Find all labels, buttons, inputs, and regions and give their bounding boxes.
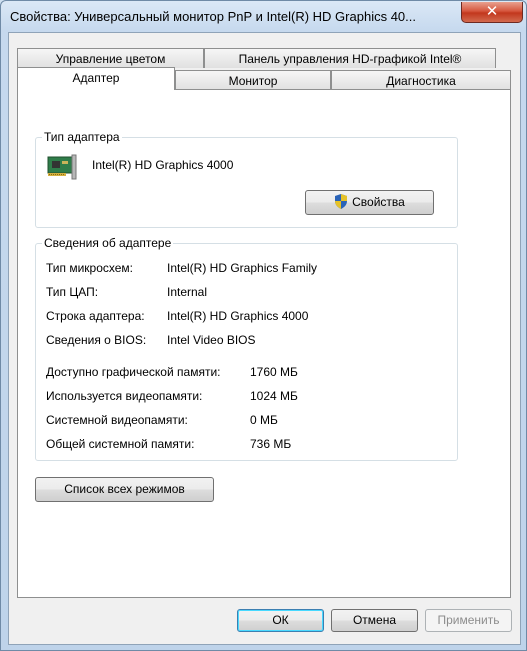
group-title: Тип адаптера [42, 130, 122, 144]
system-video-memory-value: 0 МБ [250, 413, 278, 427]
button-label: ОК [272, 613, 289, 627]
ok-button[interactable]: ОК [237, 609, 324, 632]
bios-info-value: Intel Video BIOS [167, 333, 256, 347]
tab-label: Панель управления HD-графикой Intel® [238, 52, 462, 66]
uac-shield-icon [335, 194, 348, 209]
properties-window: Свойства: Универсальный монитор PnP и In… [0, 0, 527, 651]
adapter-type-group: Тип адаптера Intel(R) HD Graphics 4000 С… [35, 130, 458, 228]
tab-monitor[interactable]: Монитор [175, 70, 331, 90]
adapter-name: Intel(R) HD Graphics 4000 [92, 158, 234, 172]
close-button[interactable]: ✕ [461, 2, 523, 23]
adapter-tab-panel: Тип адаптера Intel(R) HD Graphics 4000 С… [17, 89, 511, 598]
tab-label: Адаптер [72, 71, 120, 85]
shared-memory-label: Общей системной памяти: [46, 437, 195, 451]
apply-button[interactable]: Применить [425, 609, 512, 632]
adapter-properties-button[interactable]: Свойства [305, 190, 434, 215]
tab-adapter[interactable]: Адаптер [17, 67, 175, 90]
adapter-string-value: Intel(R) HD Graphics 4000 [167, 309, 309, 323]
chip-type-value: Intel(R) HD Graphics Family [167, 261, 318, 275]
shared-memory-value: 736 МБ [250, 437, 292, 451]
dedicated-memory-value: 1024 МБ [250, 389, 298, 403]
button-label: Отмена [352, 613, 397, 627]
tab-color-management[interactable]: Управление цветом [17, 48, 204, 68]
adapter-string-label: Строка адаптера: [46, 309, 145, 323]
button-label: Применить [437, 613, 500, 627]
dac-type-label: Тип ЦАП: [46, 285, 99, 299]
system-video-memory-label: Системной видеопамяти: [46, 413, 188, 427]
group-title: Сведения об адаптере [42, 236, 174, 250]
adapter-info-group: Сведения об адаптере Тип микросхем: Inte… [35, 236, 458, 461]
tab-label: Управление цветом [55, 52, 166, 66]
cancel-button[interactable]: Отмена [331, 609, 418, 632]
close-icon: ✕ [485, 3, 499, 20]
tab-label: Монитор [228, 74, 278, 88]
available-memory-value: 1760 МБ [250, 365, 298, 379]
video-card-icon [47, 154, 77, 180]
title-bar[interactable]: Свойства: Универсальный монитор PnP и In… [1, 1, 526, 33]
bios-info-label: Сведения о BIOS: [46, 333, 147, 347]
tab-label: Диагностика [386, 74, 456, 88]
dialog-client-area: Управление цветом Панель управления HD-г… [8, 32, 521, 645]
tab-intel-hd-control-panel[interactable]: Панель управления HD-графикой Intel® [204, 48, 496, 68]
window-title: Свойства: Универсальный монитор PnP и In… [10, 9, 416, 24]
list-all-modes-button[interactable]: Список всех режимов [35, 477, 214, 502]
button-label: Список всех режимов [64, 482, 185, 496]
button-label: Свойства [352, 195, 405, 209]
dac-type-value: Internal [167, 285, 208, 299]
available-memory-label: Доступно графической памяти: [46, 365, 221, 379]
tab-diagnostics[interactable]: Диагностика [331, 70, 511, 90]
dedicated-memory-label: Используется видеопамяти: [46, 389, 203, 403]
chip-type-label: Тип микросхем: [46, 261, 134, 275]
